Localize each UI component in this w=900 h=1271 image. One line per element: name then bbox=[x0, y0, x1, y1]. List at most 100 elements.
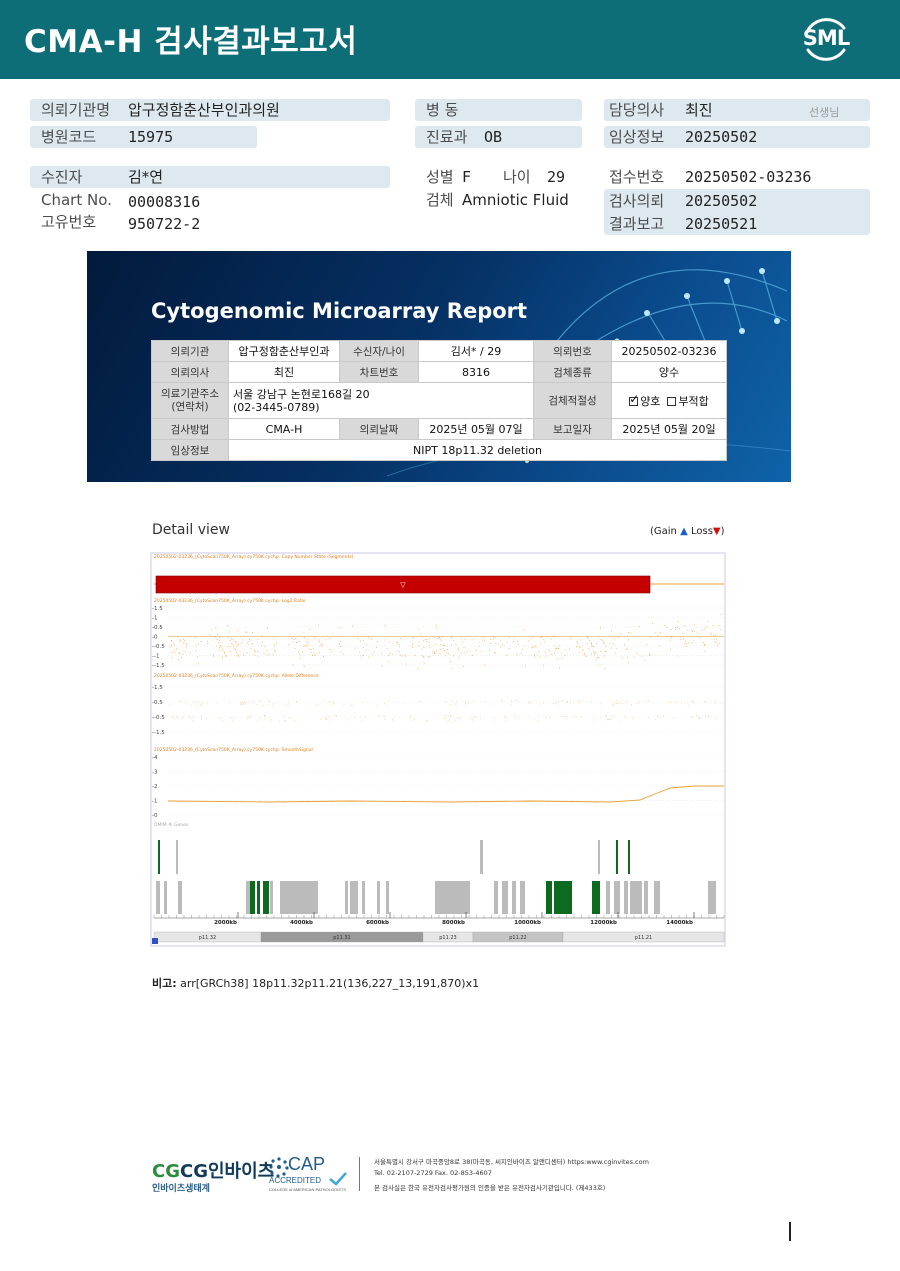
adequate-text: 양호 bbox=[640, 394, 661, 408]
allele-probe-dot bbox=[580, 716, 582, 718]
doctor-suffix: 선생님 bbox=[809, 106, 840, 119]
log2-probe-dot bbox=[318, 639, 320, 641]
log2-probe-dot bbox=[423, 662, 425, 664]
log2-probe-dot bbox=[670, 637, 672, 639]
allele-probe-dot bbox=[630, 704, 632, 706]
log2-probe-dot bbox=[677, 655, 679, 657]
allele-probe-dot bbox=[384, 703, 386, 705]
allele-probe-dot bbox=[295, 702, 297, 704]
log2-probe-dot bbox=[693, 639, 695, 641]
allele-probe-dot bbox=[696, 715, 698, 716]
allele-probe-dot bbox=[283, 715, 285, 717]
log2-probe-dot bbox=[489, 642, 491, 645]
log2-probe-dot bbox=[571, 637, 573, 639]
log2-probe-dot bbox=[569, 648, 571, 650]
log2-probe-dot bbox=[173, 649, 175, 651]
log2-probe-dot bbox=[693, 631, 695, 633]
allele-probe-dot bbox=[259, 700, 261, 702]
log2-probe-dot bbox=[646, 643, 648, 645]
log2-probe-dot bbox=[313, 653, 315, 655]
log2-probe-dot bbox=[589, 640, 591, 642]
log2-probe-dot bbox=[173, 643, 175, 645]
log2-probe-dot bbox=[293, 639, 295, 641]
allele-probe-dot bbox=[707, 716, 709, 718]
log2-probe-dot bbox=[703, 644, 705, 646]
log2-probe-dot bbox=[241, 642, 243, 644]
log2-probe-dot bbox=[605, 646, 607, 648]
allele-probe-dot bbox=[199, 701, 201, 703]
log2-probe-dot bbox=[453, 639, 455, 641]
log2-probe-dot bbox=[383, 624, 385, 626]
allele-probe-dot bbox=[458, 719, 460, 721]
log2-probe-dot bbox=[628, 661, 630, 663]
gain-triangle-icon: ▲ bbox=[680, 526, 688, 537]
allele-probe-dot bbox=[616, 699, 618, 701]
allele-probe-dot bbox=[472, 718, 474, 720]
log2-probe-dot bbox=[649, 653, 651, 655]
remark-label: 비고: bbox=[152, 977, 177, 990]
log2-probe-dot bbox=[440, 643, 442, 646]
footer-cert: 본 검사실은 한국 유전자검사평가원의 인증을 받은 유전자검사기관입니다. (… bbox=[374, 1184, 606, 1192]
allele-probe-dot bbox=[648, 718, 650, 720]
method-value: CMA-H bbox=[228, 418, 340, 440]
allele-probe-dot bbox=[392, 719, 394, 721]
log2-probe-dot bbox=[274, 649, 276, 651]
allele-probe-dot bbox=[625, 717, 627, 719]
log2-probe-dot bbox=[229, 645, 231, 648]
log2-probe-dot bbox=[405, 656, 407, 658]
clinical-value: 20250502 bbox=[685, 128, 758, 146]
allele-probe-dot bbox=[503, 715, 505, 717]
log2-probe-dot bbox=[218, 642, 220, 644]
log2-probe-dot bbox=[594, 652, 596, 654]
log2-probe-dot bbox=[440, 649, 442, 651]
log2-probe-dot bbox=[233, 646, 235, 648]
log2-probe-dot bbox=[701, 629, 703, 631]
log2-probe-dot bbox=[704, 627, 706, 629]
log2-probe-dot bbox=[237, 644, 239, 646]
allele-probe-dot bbox=[446, 719, 448, 721]
log2-tick-label: --1.5 bbox=[152, 663, 165, 669]
log2-probe-dot bbox=[273, 644, 275, 646]
log2-probe-dot bbox=[421, 654, 423, 656]
log2-probe-dot bbox=[190, 636, 192, 638]
log2-probe-dot bbox=[246, 631, 248, 633]
allele-probe-dot bbox=[269, 701, 271, 703]
log2-probe-dot bbox=[179, 641, 181, 643]
log2-probe-dot bbox=[360, 656, 362, 659]
log2-probe-dot bbox=[434, 643, 436, 645]
log2-probe-dot bbox=[411, 645, 413, 647]
sml-logo: SML bbox=[798, 12, 854, 66]
log2-probe-dot bbox=[207, 642, 209, 644]
allele-probe-dot bbox=[577, 699, 579, 701]
log2-probe-dot bbox=[617, 636, 619, 638]
log2-probe-dot bbox=[506, 654, 508, 656]
log2-probe-dot bbox=[343, 653, 345, 655]
log2-probe-dot bbox=[521, 653, 523, 655]
log2-probe-dot bbox=[580, 639, 582, 641]
log2-probe-dot bbox=[629, 632, 631, 634]
specimen-label: 검체 bbox=[426, 191, 454, 209]
log2-probe-dot bbox=[620, 632, 622, 635]
log2-probe-dot bbox=[263, 652, 265, 655]
log2-probe-dot bbox=[309, 628, 311, 630]
log2-probe-dot bbox=[508, 637, 510, 639]
track-omim-caption: OMIM ® Genes bbox=[154, 821, 189, 828]
log2-probe-dot bbox=[654, 632, 656, 634]
log2-probe-dot bbox=[389, 641, 391, 643]
log2-probe-dot bbox=[428, 638, 430, 640]
log2-probe-dot bbox=[236, 652, 238, 654]
log2-probe-dot bbox=[266, 654, 268, 656]
log2-probe-dot bbox=[447, 649, 449, 651]
log2-probe-dot bbox=[686, 629, 688, 631]
allele-probe-dot bbox=[636, 703, 638, 705]
allele-probe-dot bbox=[721, 702, 723, 704]
log2-probe-dot bbox=[223, 651, 225, 653]
log2-probe-dot bbox=[616, 647, 618, 649]
log2-probe-dot bbox=[227, 646, 229, 648]
allele-probe-dot bbox=[493, 719, 495, 721]
log2-probe-dot bbox=[227, 636, 229, 638]
log2-probe-dot bbox=[321, 645, 323, 647]
genome-axis-label: 14000kb bbox=[666, 920, 693, 926]
log2-probe-dot bbox=[556, 658, 558, 660]
footer-address: 서울특별시 강서구 마곡중앙8로 38(마곡동, 씨지인바이츠 알앤디센터) h… bbox=[374, 1158, 649, 1166]
